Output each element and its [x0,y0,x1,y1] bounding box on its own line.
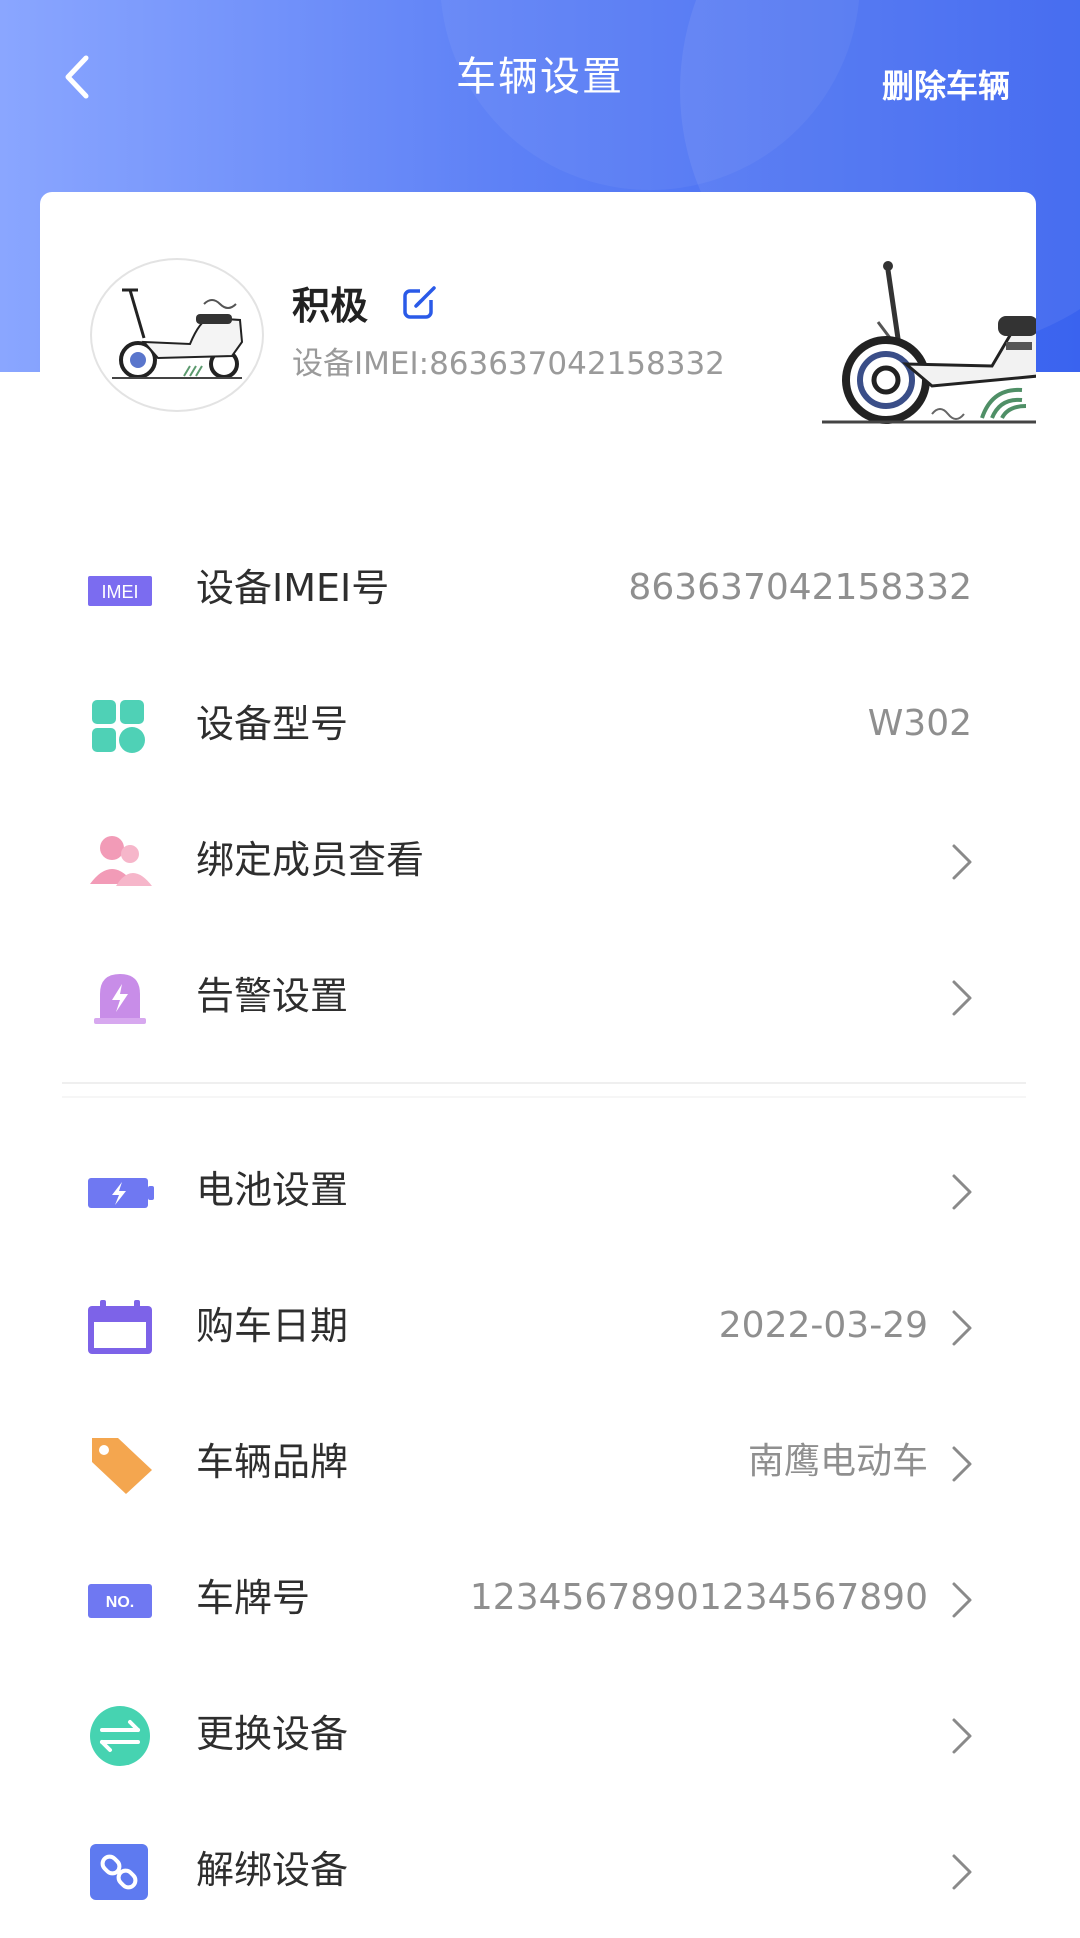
plate-icon: NO. [88,1584,152,1618]
scooter-illustration [112,288,244,379]
chevron-right-icon [952,1310,972,1346]
edit-icon[interactable] [400,284,440,324]
swap-icon [90,1706,150,1766]
row-label: 电池设置 [196,1168,349,1212]
vehicle-avatar[interactable] [90,258,264,412]
row-value: W302 [867,703,972,744]
settings-list: IMEI 设备IMEI号 863637042158332 设备型号 W302 绑… [0,520,1080,1938]
settings-row-imei: IMEI 设备IMEI号 863637042158332 [0,520,1080,656]
vehicle-card: 积极 设备IMEI:863637042158332 [40,192,1036,472]
calendar-icon [88,1300,152,1354]
row-value: 12345678901234567890 [469,1577,928,1618]
svg-text:IMEI: IMEI [101,582,138,602]
battery-icon [88,1178,154,1208]
row-label: 绑定成员查看 [196,838,425,882]
settings-row-unbind-device[interactable]: 解绑设备 [0,1802,1080,1938]
row-label: 更换设备 [196,1712,349,1756]
grid-icon [92,700,145,753]
scooter-hero-illustration [822,261,1036,424]
settings-row-replace-device[interactable]: 更换设备 [0,1666,1080,1802]
settings-row-purchase-date[interactable]: 购车日期 2022-03-29 [0,1258,1080,1394]
settings-row-battery[interactable]: 电池设置 [0,1122,1080,1258]
row-value: 863637042158332 [628,567,972,608]
row-label: 解绑设备 [196,1848,349,1892]
alarm-icon [94,974,146,1024]
settings-row-plate[interactable]: NO. 车牌号 12345678901234567890 [0,1530,1080,1666]
chevron-right-icon [952,980,972,1016]
chevron-right-icon [952,1718,972,1754]
chevron-right-icon [952,1582,972,1618]
chevron-right-icon [952,1854,972,1890]
delete-vehicle-button[interactable]: 删除车辆 [882,64,1010,108]
row-label: 设备IMEI号 [196,566,390,610]
row-value: 2022-03-29 [718,1305,928,1346]
row-label: 告警设置 [196,974,349,1018]
vehicle-name: 积极 [292,284,369,328]
imei-icon: IMEI [88,576,152,606]
unlink-icon [90,1844,148,1900]
row-value: 南鹰电动车 [747,1441,928,1482]
chevron-right-icon [952,1174,972,1210]
settings-row-alarm[interactable]: 告警设置 [0,928,1080,1064]
chevron-right-icon [952,1446,972,1482]
row-label: 车牌号 [196,1576,311,1620]
row-label: 设备型号 [196,702,349,746]
group-divider [0,1064,1080,1122]
settings-row-model: 设备型号 W302 [0,656,1080,792]
tag-icon [92,1438,152,1494]
svg-text:NO.: NO. [106,1594,134,1611]
row-label: 车辆品牌 [196,1440,349,1484]
row-label: 购车日期 [196,1304,349,1348]
members-icon [90,836,152,886]
vehicle-imei-subtitle: 设备IMEI:863637042158332 [292,346,725,382]
settings-row-members[interactable]: 绑定成员查看 [0,792,1080,928]
chevron-right-icon [952,844,972,880]
settings-row-brand[interactable]: 车辆品牌 南鹰电动车 [0,1394,1080,1530]
